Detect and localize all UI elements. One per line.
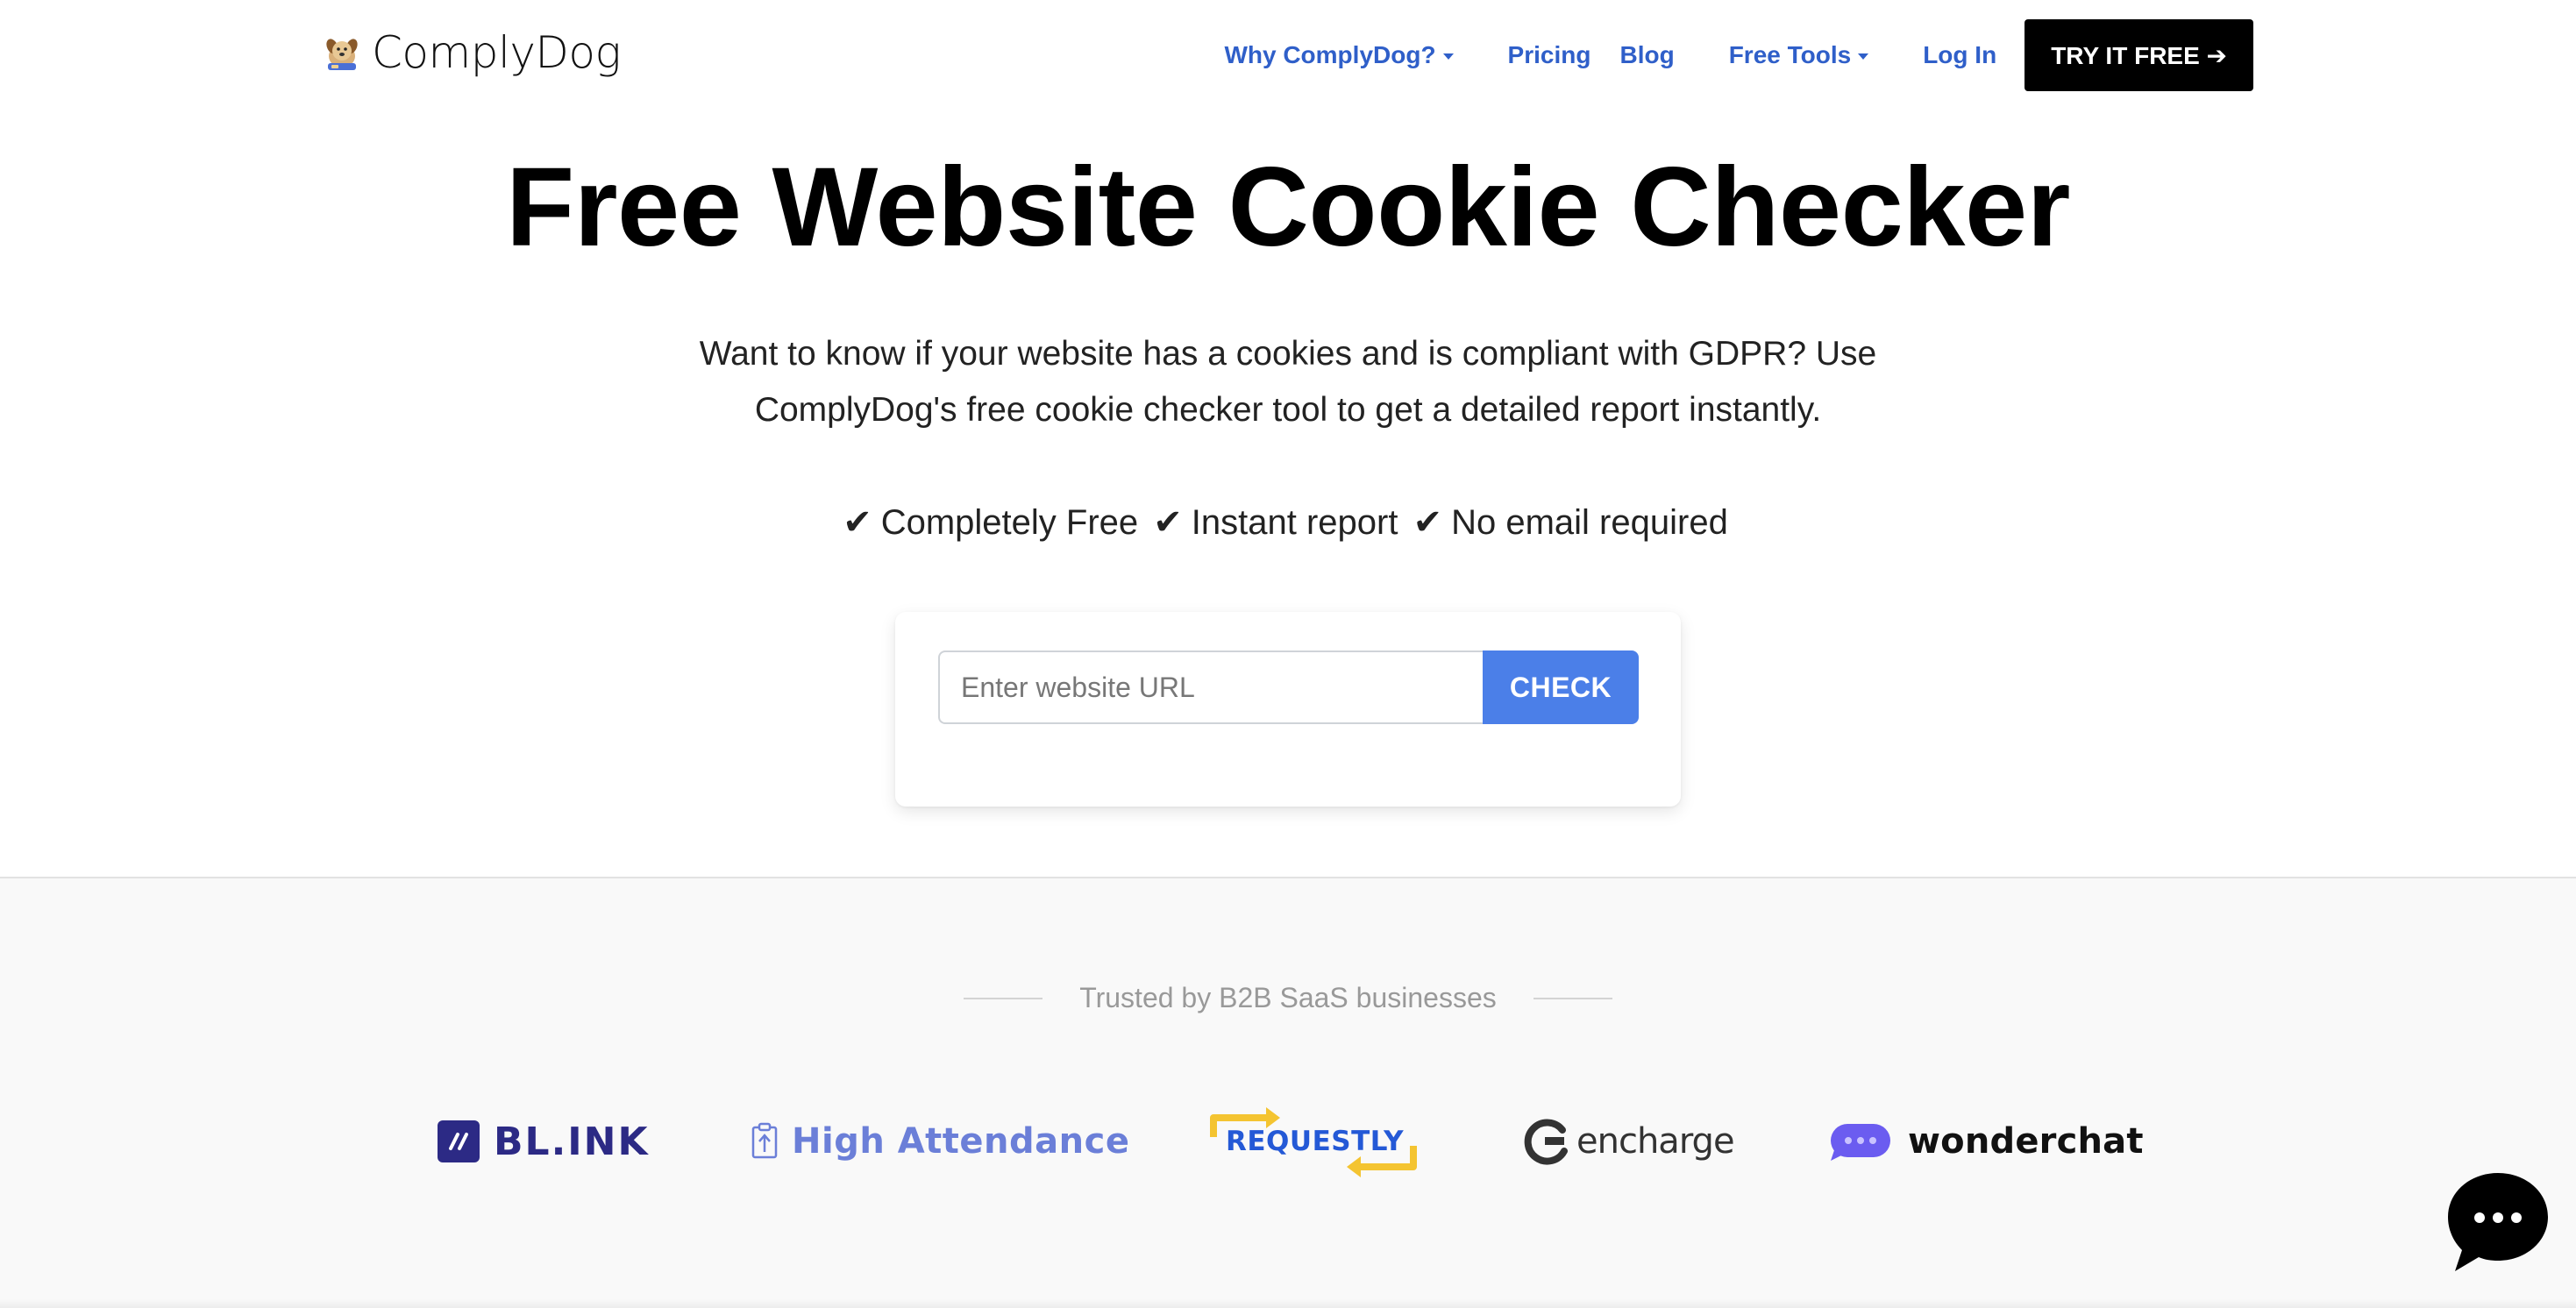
logo-encharge: encharge [1524, 1098, 1735, 1185]
check-mark-icon: ✔ [1413, 502, 1443, 543]
brand-link[interactable]: ComplyDog [321, 25, 622, 81]
check-mark-icon: ✔ [843, 502, 872, 543]
logo-high-attendance: High Attendance [750, 1098, 1129, 1185]
hero-subtitle-line-1: Want to know if your website has a cooki… [699, 335, 1877, 373]
bottom-edge-shadow [0, 1299, 2576, 1308]
logo-high-attendance-text: High Attendance [792, 1121, 1130, 1162]
trusted-by-section: Trusted by B2B SaaS businesses BL.INK Hi… [0, 877, 2576, 1308]
logo-wonderchat: wonderchat [1829, 1098, 2144, 1185]
high-attendance-mark-icon [751, 1122, 778, 1159]
logo-requestly-text: REQUESTLY [1226, 1126, 1405, 1157]
logo-wonderchat-text: wonderchat [1908, 1121, 2144, 1162]
check-mark-icon: ✔ [1153, 502, 1183, 543]
nav-why-complydog[interactable]: Why ComplyDog? [1224, 41, 1454, 69]
top-navigation: ComplyDog Why ComplyDog? Pricing Blog Fr… [0, 0, 2576, 110]
nav-free-tools-label: Free Tools [1728, 41, 1852, 68]
benefits-list: ✔ Completely Free ✔ Instant report ✔ No ema… [0, 494, 2576, 551]
divider-line [1533, 997, 1612, 999]
logo-blink-text: BL.INK [494, 1119, 650, 1164]
trusted-by-label: Trusted by B2B SaaS businesses [1079, 982, 1497, 1013]
nav-why-label: Why ComplyDog? [1224, 41, 1436, 68]
customer-logos: BL.INK High Attendance REQUESTLY encharg… [0, 1098, 2576, 1185]
blink-mark-icon [438, 1120, 480, 1162]
nav-links: Why ComplyDog? Pricing Blog Free Tools L… [1224, 19, 2253, 91]
benefit-item: Instant report [1191, 503, 1398, 542]
page-title: Free Website Cookie Checker [506, 145, 2070, 270]
wonderchat-mark-icon [1831, 1124, 1890, 1161]
dog-logo-icon [326, 39, 358, 70]
nav-blog[interactable]: Blog [1619, 41, 1674, 69]
logo-requestly: REQUESTLY [1206, 1098, 1417, 1185]
benefit-item: No email required [1451, 503, 1728, 542]
check-button[interactable]: CHECK [1483, 650, 1639, 724]
nav-login[interactable]: Log In [1923, 41, 1996, 69]
nav-free-tools[interactable]: Free Tools [1729, 41, 1869, 69]
cookie-checker-card: CHECK [895, 612, 1681, 807]
logo-encharge-text: encharge [1576, 1121, 1735, 1162]
brand-name: ComplyDog [372, 27, 622, 78]
try-it-free-button[interactable]: TRY IT FREE ➔ [2025, 19, 2253, 91]
page: ComplyDog Why ComplyDog? Pricing Blog Fr… [0, 0, 2576, 1308]
caret-down-icon [1858, 53, 1869, 60]
logo-blink: BL.INK [438, 1098, 650, 1185]
chat-launcher-button[interactable] [2443, 1168, 2553, 1278]
nav-pricing[interactable]: Pricing [1508, 41, 1591, 69]
website-url-input[interactable] [938, 650, 1501, 724]
benefit-item: Completely Free [880, 503, 1139, 542]
hero-subtitle: Want to know if your website has a cooki… [0, 326, 2576, 438]
hero-subtitle-line-2: ComplyDog's free cookie checker tool to … [754, 391, 1822, 429]
chat-bubble-icon [2448, 1173, 2548, 1271]
caret-down-icon [1442, 53, 1454, 60]
trusted-by-heading: Trusted by B2B SaaS businesses [0, 982, 2576, 1014]
encharge-mark-icon [1524, 1119, 1568, 1165]
divider-line [964, 997, 1043, 999]
